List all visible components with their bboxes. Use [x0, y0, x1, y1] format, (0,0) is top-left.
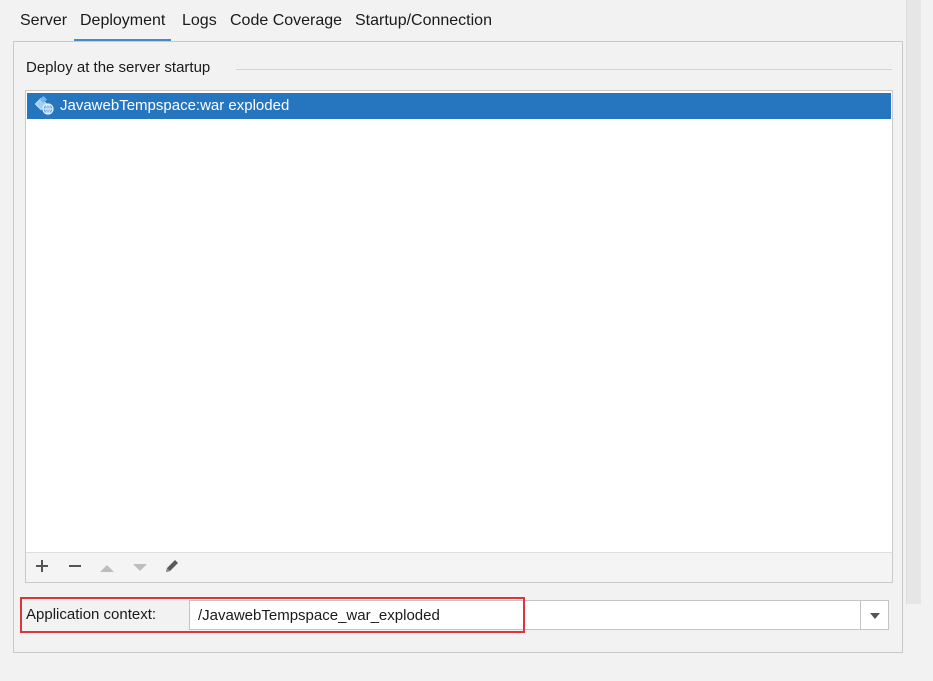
- move-down-button[interactable]: [129, 558, 151, 578]
- application-context-input[interactable]: [189, 600, 861, 630]
- move-down-icon: [132, 560, 148, 577]
- run-configuration-panel: Server Deployment Logs Code Coverage Sta…: [0, 0, 933, 681]
- move-up-icon: [99, 560, 115, 577]
- remove-button[interactable]: [64, 558, 86, 578]
- tab-bar: Server Deployment Logs Code Coverage Sta…: [0, 0, 905, 42]
- tab-server[interactable]: Server: [14, 0, 73, 42]
- application-context-label: Application context:: [26, 606, 157, 623]
- edit-button[interactable]: [161, 558, 183, 578]
- tab-logs[interactable]: Logs: [176, 0, 223, 42]
- move-up-button[interactable]: [96, 558, 118, 578]
- list-toolbar: [26, 552, 892, 582]
- chevron-down-icon: [869, 607, 881, 624]
- deployment-tab-content: Deploy at the server startup JavawebTemp…: [13, 41, 903, 653]
- edit-icon: [163, 557, 181, 579]
- vertical-scrollbar[interactable]: [906, 0, 921, 604]
- tab-deployment[interactable]: Deployment: [74, 0, 172, 42]
- remove-icon: [68, 559, 82, 577]
- deploy-group-title: Deploy at the server startup: [26, 59, 211, 76]
- tab-code-coverage[interactable]: Code Coverage: [224, 0, 348, 42]
- list-item-artifact[interactable]: JavawebTempspace:war exploded: [27, 93, 891, 119]
- add-button[interactable]: [31, 558, 53, 578]
- tab-startup-connection[interactable]: Startup/Connection: [349, 0, 498, 42]
- deploy-artifacts-list[interactable]: JavawebTempspace:war exploded: [25, 90, 893, 583]
- application-context-dropdown[interactable]: [860, 600, 889, 630]
- artifact-label: JavawebTempspace:war exploded: [60, 97, 290, 114]
- artifact-web-icon: [34, 95, 55, 116]
- group-divider: [236, 69, 892, 70]
- add-icon: [35, 559, 49, 577]
